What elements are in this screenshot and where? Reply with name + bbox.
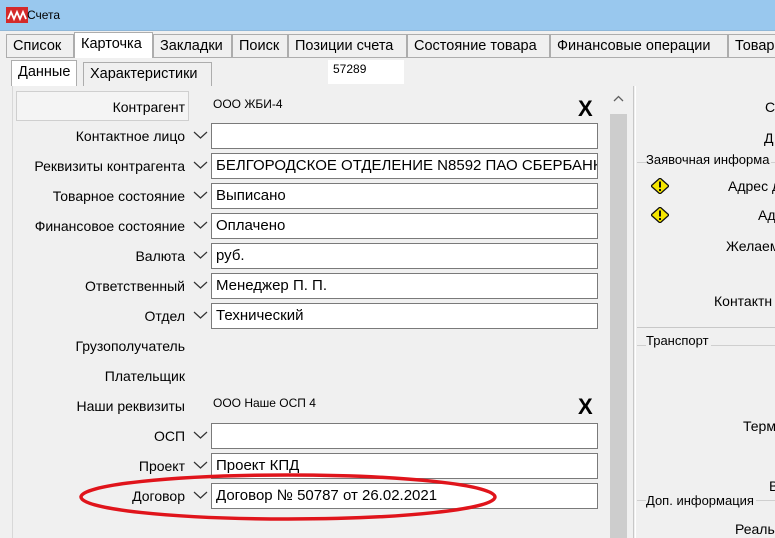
contact-person-label: Контактное лицо [75,128,185,144]
document-number: 57289 [328,60,404,84]
contact-person-field[interactable] [211,123,598,149]
form-scrollbar[interactable] [608,93,629,538]
tab-bookmarks[interactable]: Закладки [153,34,232,58]
chevron-down-icon[interactable] [193,460,208,470]
currency-field[interactable]: руб. [211,243,598,269]
wish-label: Желаем [726,238,775,254]
right-label-d: Д [764,130,774,146]
tab-goods[interactable]: Товар [728,34,775,58]
chevron-down-icon[interactable] [193,430,208,440]
tab-goods-state[interactable]: Состояние товара [407,34,550,58]
our-requisites-clear-button[interactable]: X [578,396,593,418]
currency-label: Валюта [135,248,185,264]
department-field[interactable]: Технический [211,303,598,329]
chevron-down-icon[interactable] [193,160,208,170]
our-requisites-label: Наши реквизиты [76,398,185,414]
subtab-data[interactable]: Данные [11,60,77,86]
divider [637,327,775,328]
address-label-2: Ад [758,207,775,223]
goods-state-label: Товарное состояние [52,188,185,204]
section-request-info: Заявочная информа [646,152,772,167]
panel-splitter[interactable] [633,86,636,538]
counterparty-label: Контрагент [112,99,185,115]
tab-financial-operations[interactable]: Финансовые операции [550,34,728,58]
contract-field[interactable]: Договор № 50787 от 26.02.2021 [211,483,598,509]
warning-icon [651,178,669,194]
scroll-thumb[interactable] [610,114,627,538]
address-label-1: Адрес д [728,178,775,194]
right-label-c: С [765,99,775,115]
right-panel: С Д Заявочная информа Адрес д Ад Желаем … [637,86,775,538]
tab-card[interactable]: Карточка [74,32,153,58]
goods-state-field[interactable]: Выписано [211,183,598,209]
counterparty-requisites-label: Реквизиты контрагента [34,158,185,174]
department-label: Отдел [144,308,186,324]
window-title: Счета [27,8,61,22]
project-field[interactable]: Проект КПД [211,453,598,479]
real-label: Реальн [735,521,775,537]
tab-list[interactable]: Список [6,34,74,58]
subtab-characteristics[interactable]: Характеристики [83,62,212,86]
chevron-down-icon[interactable] [193,250,208,260]
scroll-up-arrow-icon[interactable] [613,95,624,103]
contract-label: Договор [132,488,185,504]
chevron-down-icon[interactable] [193,310,208,320]
app-logo-icon [6,7,28,23]
chevron-down-icon[interactable] [193,280,208,290]
osp-label: ОСП [153,428,185,444]
tab-search[interactable]: Поиск [232,34,288,58]
contact-label: Контактн [714,293,773,309]
our-requisites-value[interactable]: ООО Наше ОСП 4 [213,396,316,410]
payer-label: Плательщик [104,368,185,384]
financial-state-label: Финансовое состояние [34,218,185,234]
chevron-down-icon[interactable] [193,220,208,230]
chevron-down-icon[interactable] [193,490,208,500]
consignee-label: Грузополучатель [75,338,185,354]
project-label: Проект [138,458,185,474]
chevron-down-icon[interactable] [193,190,208,200]
counterparty-clear-button[interactable]: X [578,98,593,120]
counterparty-requisites-field[interactable]: БЕЛГОРОДСКОЕ ОТДЕЛЕНИЕ N8592 ПАО СБЕРБАН… [211,153,598,179]
title-bar: Счета [0,0,775,31]
main-tabs: Список Карточка Закладки Поиск Позиции с… [6,32,775,58]
tab-invoice-items[interactable]: Позиции счета [288,34,407,58]
osp-field[interactable] [211,423,598,449]
chevron-down-icon[interactable] [193,130,208,140]
financial-state-field[interactable]: Оплачено [211,213,598,239]
responsible-label: Ответственный [85,278,185,294]
warning-icon [651,207,669,223]
term-label: Терм [743,418,775,434]
responsible-field[interactable]: Менеджер П. П. [211,273,598,299]
v-label: В [769,478,775,494]
section-extra-info: Доп. информация [646,493,756,508]
counterparty-value[interactable]: ООО ЖБИ-4 [213,97,283,111]
section-transport: Транспорт [646,333,711,348]
